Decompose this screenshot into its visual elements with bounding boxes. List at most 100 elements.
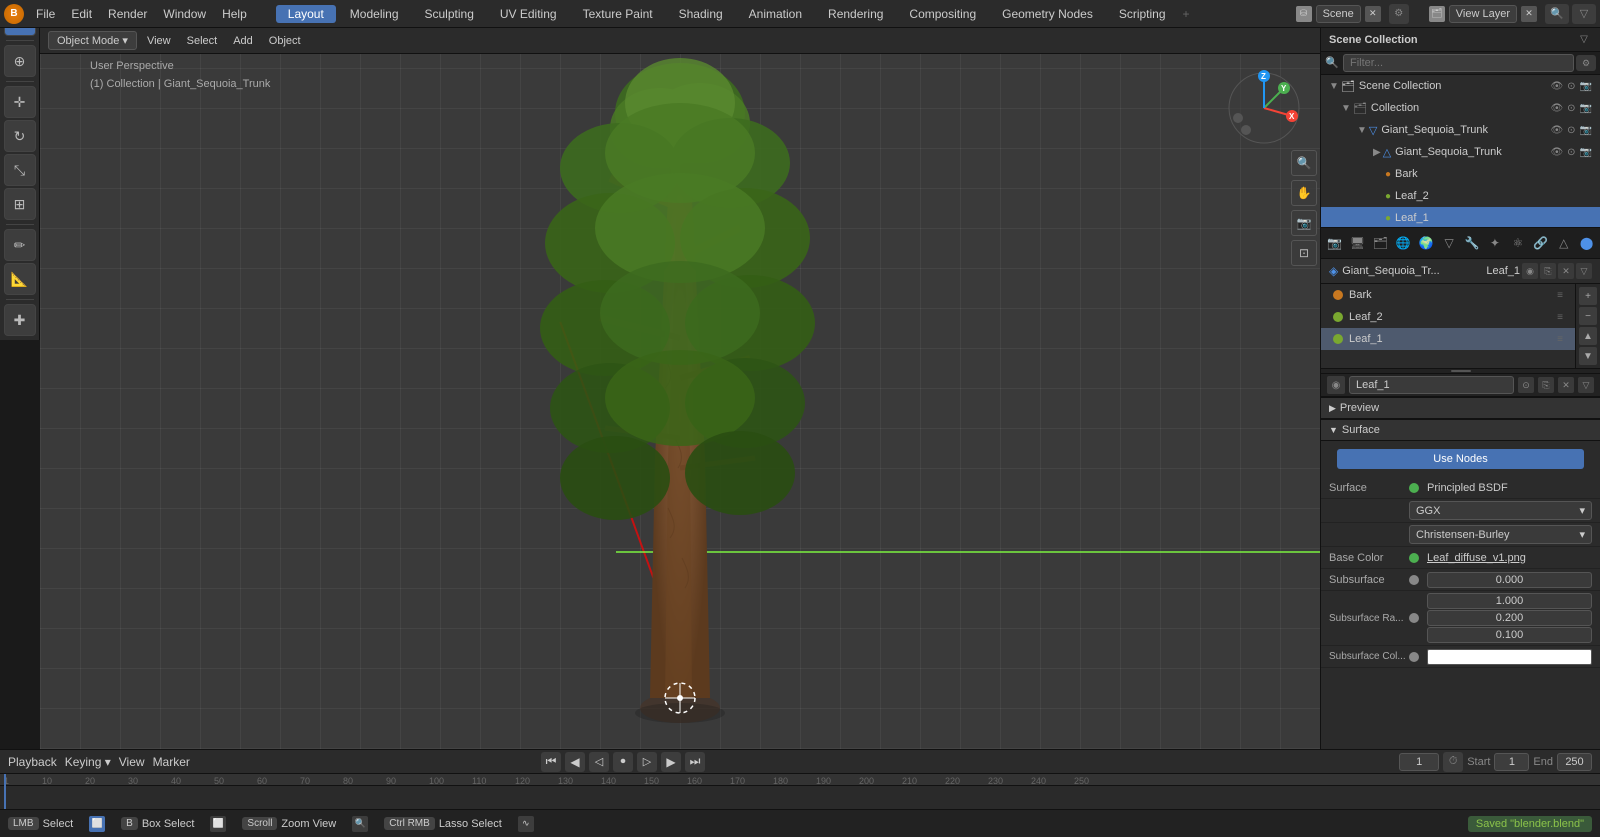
world-props-icon[interactable]: 🌍 — [1415, 230, 1438, 256]
material-slot-bark[interactable]: Bark ≡ — [1321, 284, 1575, 306]
mat-name-link-icon[interactable]: ⊙ — [1518, 377, 1534, 393]
zoom-in-btn[interactable]: 🔍 — [1291, 150, 1317, 176]
select-mode-icon[interactable]: ⬜ — [89, 816, 105, 832]
view-menu-btn[interactable]: View — [141, 33, 177, 49]
tab-scripting[interactable]: Scripting — [1107, 5, 1178, 23]
subsurface-radius-r[interactable]: 1.000 — [1427, 593, 1592, 609]
use-nodes-button[interactable]: Use Nodes — [1337, 449, 1584, 469]
subsurface-color-swatch[interactable] — [1427, 649, 1592, 665]
render-props-icon[interactable]: 📷 — [1323, 230, 1346, 256]
camera-view-btn[interactable]: 📷 — [1291, 210, 1317, 236]
timeline-ruler[interactable]: 1 10 20 30 40 50 60 70 80 90 100 110 120… — [0, 774, 1600, 809]
physics-props-icon[interactable]: ⚛ — [1506, 230, 1529, 256]
coll-select-icon[interactable]: ⊙ — [1567, 103, 1575, 114]
zoom-icon[interactable]: 🔍 — [352, 816, 368, 832]
trunk-visibility-icon[interactable]: 👁 — [1550, 147, 1563, 158]
navigation-gizmo[interactable]: Y X Z — [1224, 68, 1304, 151]
frame-current-field[interactable]: 1 — [1399, 753, 1439, 771]
trunk-grp-select-icon[interactable]: ⊙ — [1567, 125, 1575, 136]
topbar-filter-icon[interactable]: ▽ — [1572, 4, 1596, 24]
tab-sculpting[interactable]: Sculpting — [413, 5, 486, 23]
outliner-item-giant-sequoia-trunk-group[interactable]: ▼ ▽ Giant_Sequoia_Trunk 👁 ⊙ 📷 — [1321, 119, 1600, 141]
preview-section-header[interactable]: ▶ Preview — [1321, 397, 1600, 419]
viewlayer-name[interactable]: View Layer — [1449, 5, 1517, 23]
material-slot-leaf2[interactable]: Leaf_2 ≡ — [1321, 306, 1575, 328]
outliner-filter-options-icon[interactable]: ⚙ — [1576, 55, 1596, 71]
tab-layout[interactable]: Layout — [276, 5, 336, 23]
mat-delete2-icon[interactable]: ✕ — [1558, 377, 1574, 393]
distribution-dropdown[interactable]: GGX ▾ — [1409, 501, 1592, 520]
playback-label[interactable]: Playback — [8, 755, 57, 769]
scene-name[interactable]: Scene — [1316, 5, 1361, 23]
mat-filter2-icon[interactable]: ▽ — [1578, 377, 1594, 393]
tab-uv-editing[interactable]: UV Editing — [488, 5, 569, 23]
tab-rendering[interactable]: Rendering — [816, 5, 895, 23]
material-copy-icon[interactable]: ⎘ — [1540, 263, 1556, 279]
material-delete-icon[interactable]: ✕ — [1558, 263, 1574, 279]
play-back-btn[interactable]: ◁ — [589, 752, 609, 772]
outliner-item-leaf1[interactable]: ● Leaf_1 — [1321, 207, 1600, 228]
menu-help[interactable]: Help — [214, 5, 255, 23]
outliner-item-giant-sequoia-trunk-mesh[interactable]: ▶ △ Giant_Sequoia_Trunk 👁 ⊙ 📷 — [1321, 141, 1600, 163]
hand-pan-btn[interactable]: ✋ — [1291, 180, 1317, 206]
keying-label[interactable]: Keying ▾ — [65, 755, 111, 769]
scene-settings-icon[interactable]: ⚙ — [1389, 4, 1409, 24]
jump-start-btn[interactable]: ⏮ — [541, 752, 561, 772]
subsurface-method-dropdown[interactable]: Christensen-Burley ▾ — [1409, 525, 1592, 544]
view-label-timeline[interactable]: View — [119, 755, 145, 769]
outliner-item-leaf2[interactable]: ● Leaf_2 — [1321, 185, 1600, 207]
object-mode-btn[interactable]: Object Mode ▾ — [48, 31, 137, 50]
material-slot-leaf1[interactable]: Leaf_1 ≡ — [1321, 328, 1575, 350]
coll-render-icon[interactable]: 📷 — [1580, 103, 1592, 114]
subsurface-radius-g[interactable]: 0.200 — [1427, 610, 1592, 626]
material-browse-btn[interactable]: ◉ — [1327, 376, 1345, 394]
base-color-texture[interactable]: Leaf_diffuse_v1.png — [1427, 552, 1526, 564]
material-filter-icon[interactable]: ▽ — [1576, 263, 1592, 279]
frame-start-field[interactable]: 1 — [1494, 753, 1529, 771]
topbar-search-icon[interactable]: 🔍 — [1545, 4, 1569, 24]
step-fwd-btn[interactable]: ▶ — [661, 752, 681, 772]
select-icon[interactable]: ⊙ — [1567, 81, 1575, 92]
outliner-filter-icon[interactable]: ▽ — [1576, 32, 1592, 48]
outliner-item-bark[interactable]: ● Bark — [1321, 163, 1600, 185]
move-material-down-btn[interactable]: ▼ — [1579, 347, 1597, 365]
scene-close-icon[interactable]: ✕ — [1365, 6, 1381, 22]
tab-animation[interactable]: Animation — [737, 5, 814, 23]
menu-file[interactable]: File — [28, 5, 63, 23]
trunk-select-icon[interactable]: ⊙ — [1567, 147, 1575, 158]
remove-material-slot-btn[interactable]: − — [1579, 307, 1597, 325]
play-fwd-btn[interactable]: ▷ — [637, 752, 657, 772]
box-select-icon[interactable]: ⬜ — [210, 816, 226, 832]
menu-window[interactable]: Window — [155, 5, 214, 23]
material-browse-icon[interactable]: ◉ — [1522, 263, 1538, 279]
step-back-btn[interactable]: ◀ — [565, 752, 585, 772]
fps-icon[interactable]: ⏱ — [1443, 752, 1463, 772]
render-icon[interactable]: 📷 — [1580, 81, 1592, 92]
object-props-icon[interactable]: ▽ — [1438, 230, 1461, 256]
outliner-item-collection[interactable]: ▼ 🗂 Collection 👁 ⊙ 📷 — [1321, 97, 1600, 119]
coll-visibility-icon[interactable]: 👁 — [1550, 103, 1563, 114]
output-props-icon[interactable]: 🖥 — [1346, 230, 1369, 256]
material-props-icon[interactable]: ⬤ — [1575, 230, 1598, 256]
lasso-icon[interactable]: ∿ — [518, 816, 534, 832]
jump-end-btn[interactable]: ⏭ — [685, 752, 705, 772]
marker-label[interactable]: Marker — [153, 755, 190, 769]
viewport[interactable]: Object Mode ▾ View Select Add Object Use… — [40, 28, 1320, 809]
add-material-slot-btn[interactable]: + — [1579, 287, 1597, 305]
tab-shading[interactable]: Shading — [667, 5, 735, 23]
visibility-icon[interactable]: 👁 — [1550, 81, 1563, 92]
data-props-icon[interactable]: △ — [1552, 230, 1575, 256]
menu-edit[interactable]: Edit — [63, 5, 100, 23]
tab-compositing[interactable]: Compositing — [897, 5, 988, 23]
subsurface-value[interactable]: 0.000 — [1427, 572, 1592, 588]
trunk-grp-visibility-icon[interactable]: 👁 — [1550, 125, 1563, 136]
tab-texture-paint[interactable]: Texture Paint — [571, 5, 665, 23]
constraint-props-icon[interactable]: 🔗 — [1529, 230, 1552, 256]
select-menu-btn[interactable]: Select — [181, 33, 224, 49]
ortho-view-btn[interactable]: ⊡ — [1291, 240, 1317, 266]
tab-modeling[interactable]: Modeling — [338, 5, 411, 23]
scene-props-icon[interactable]: 🌐 — [1392, 230, 1415, 256]
surface-section-header[interactable]: ▼ Surface — [1321, 419, 1600, 441]
trunk-render-icon[interactable]: 📷 — [1580, 147, 1592, 158]
menu-render[interactable]: Render — [100, 5, 155, 23]
